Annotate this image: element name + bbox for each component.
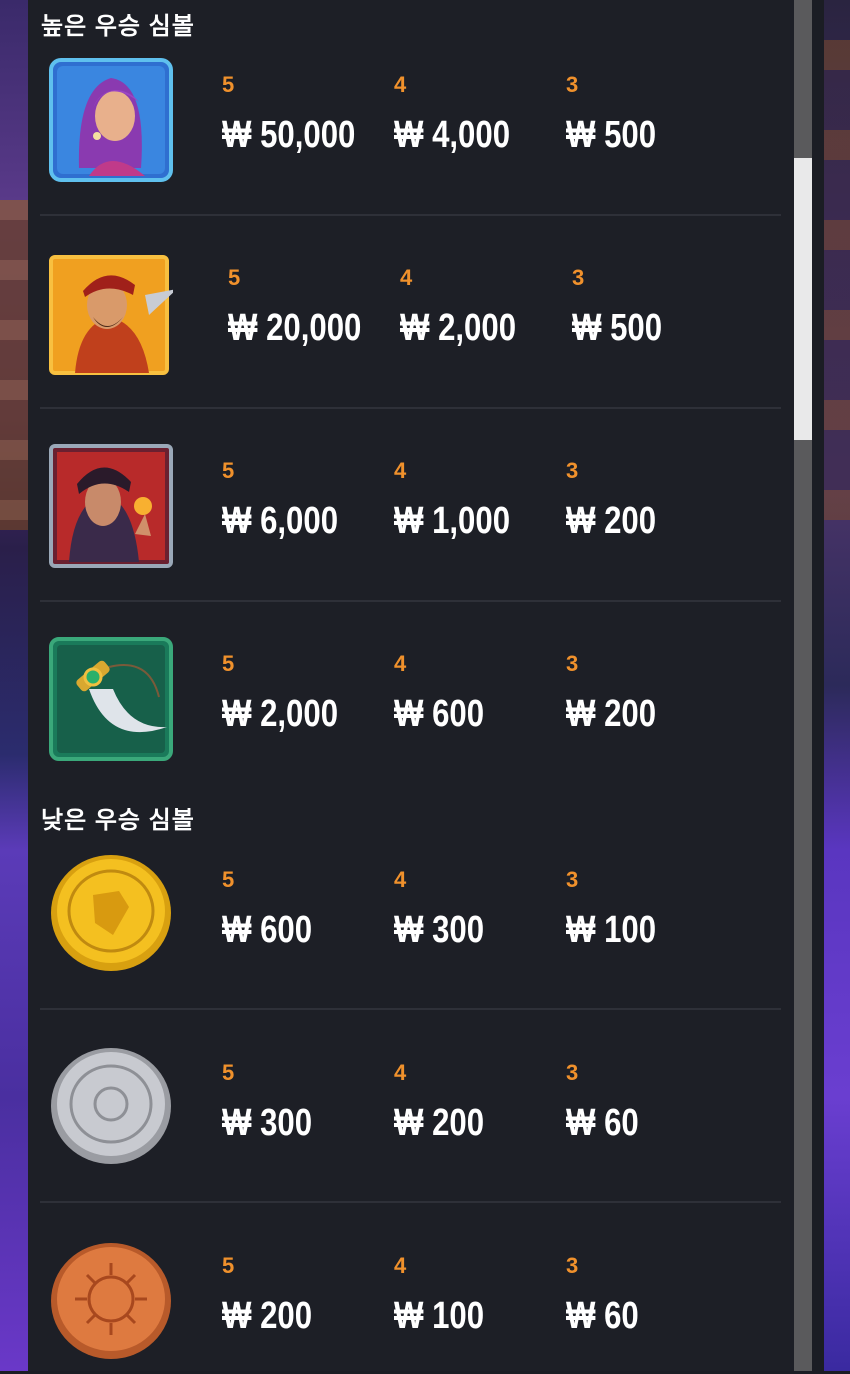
payout-amount: ₩ 200	[394, 1102, 485, 1144]
payout-amount: ₩ 60	[566, 1295, 639, 1337]
match-count: 3	[566, 458, 579, 483]
woman-portrait-icon	[49, 58, 173, 182]
payout-4: 4 ₩ 100	[394, 1253, 504, 1338]
payout-amount: ₩ 200	[566, 500, 657, 542]
match-count: 3	[566, 651, 579, 676]
match-count: 4	[394, 458, 407, 483]
game-background-right	[824, 0, 850, 1371]
match-count: 5	[222, 72, 235, 97]
payout-amount: ₩ 600	[394, 693, 485, 735]
match-count: 4	[394, 651, 407, 676]
match-count: 5	[222, 867, 235, 892]
match-count: 5	[222, 1253, 235, 1278]
payout-amount: ₩ 500	[572, 307, 663, 349]
paytable-row: 5 ₩ 20,000 4 ₩ 2,000 3 ₩ 500	[0, 193, 794, 386]
payout-5: 5 ₩ 2,000	[222, 651, 364, 736]
match-count: 3	[566, 1253, 579, 1278]
gold-coin-icon	[51, 855, 171, 971]
payout-3: 3 ₩ 60	[566, 1060, 655, 1145]
payout-3: 3 ₩ 60	[566, 1253, 655, 1338]
paytable-row: 5 ₩ 50,000 4 ₩ 4,000 3 ₩ 500	[0, 0, 794, 193]
payout-5: 5 ₩ 200	[222, 1253, 332, 1338]
payout-amount: ₩ 4,000	[394, 114, 511, 156]
match-count: 5	[222, 458, 235, 483]
payout-5: 5 ₩ 6,000	[222, 458, 364, 543]
match-count: 3	[566, 1060, 579, 1085]
paytable-row: 5 ₩ 300 4 ₩ 200 3 ₩ 60	[0, 988, 794, 1181]
match-count: 5	[222, 1060, 235, 1085]
payout-3: 3 ₩ 100	[566, 867, 676, 952]
match-count: 3	[572, 265, 585, 290]
match-count: 4	[394, 867, 407, 892]
payout-4: 4 ₩ 2,000	[400, 265, 542, 350]
payout-4: 4 ₩ 200	[394, 1060, 504, 1145]
payout-amount: ₩ 600	[222, 909, 313, 951]
payout-5: 5 ₩ 300	[222, 1060, 332, 1145]
payout-5: 5 ₩ 50,000	[222, 72, 385, 157]
silver-coin-icon	[51, 1048, 171, 1164]
payout-4: 4 ₩ 600	[394, 651, 504, 736]
payout-amount: ₩ 100	[566, 909, 657, 951]
dagger-icon	[49, 637, 173, 761]
scrollbar-thumb[interactable]	[794, 158, 812, 440]
payout-4: 4 ₩ 4,000	[394, 72, 536, 157]
payout-amount: ₩ 2,000	[222, 693, 339, 735]
payout-amount: ₩ 50,000	[222, 114, 356, 156]
payout-amount: ₩ 300	[222, 1102, 313, 1144]
match-count: 5	[228, 265, 241, 290]
match-count: 3	[566, 72, 579, 97]
payout-amount: ₩ 100	[394, 1295, 485, 1337]
payout-3: 3 ₩ 200	[566, 651, 676, 736]
payout-3: 3 ₩ 500	[572, 265, 682, 350]
payout-5: 5 ₩ 600	[222, 867, 332, 952]
match-count: 5	[222, 651, 235, 676]
villain-portrait-icon	[49, 444, 173, 568]
paytable-row: 5 ₩ 200 4 ₩ 100 3 ₩ 60	[0, 1181, 794, 1374]
payout-amount: ₩ 1,000	[394, 500, 511, 542]
match-count: 4	[394, 72, 407, 97]
paytable-row: 5 ₩ 600 4 ₩ 300 3 ₩ 100	[0, 795, 794, 988]
payout-3: 3 ₩ 200	[566, 458, 676, 543]
match-count: 4	[394, 1060, 407, 1085]
payout-amount: ₩ 200	[222, 1295, 313, 1337]
payout-amount: ₩ 200	[566, 693, 657, 735]
payout-amount: ₩ 500	[566, 114, 657, 156]
match-count: 3	[566, 867, 579, 892]
payout-amount: ₩ 2,000	[400, 307, 517, 349]
payout-amount: ₩ 6,000	[222, 500, 339, 542]
payout-5: 5 ₩ 20,000	[228, 265, 391, 350]
payout-amount: ₩ 60	[566, 1102, 639, 1144]
match-count: 4	[394, 1253, 407, 1278]
payout-amount: ₩ 300	[394, 909, 485, 951]
bandit-portrait-icon	[49, 255, 173, 375]
bronze-coin-icon	[51, 1243, 171, 1359]
match-count: 4	[400, 265, 413, 290]
payout-4: 4 ₩ 1,000	[394, 458, 536, 543]
paytable-row: 5 ₩ 6,000 4 ₩ 1,000 3 ₩ 200	[0, 386, 794, 579]
payout-3: 3 ₩ 500	[566, 72, 676, 157]
payout-amount: ₩ 20,000	[228, 307, 362, 349]
payout-4: 4 ₩ 300	[394, 867, 504, 952]
paytable-row: 5 ₩ 2,000 4 ₩ 600 3 ₩ 200	[0, 579, 794, 772]
